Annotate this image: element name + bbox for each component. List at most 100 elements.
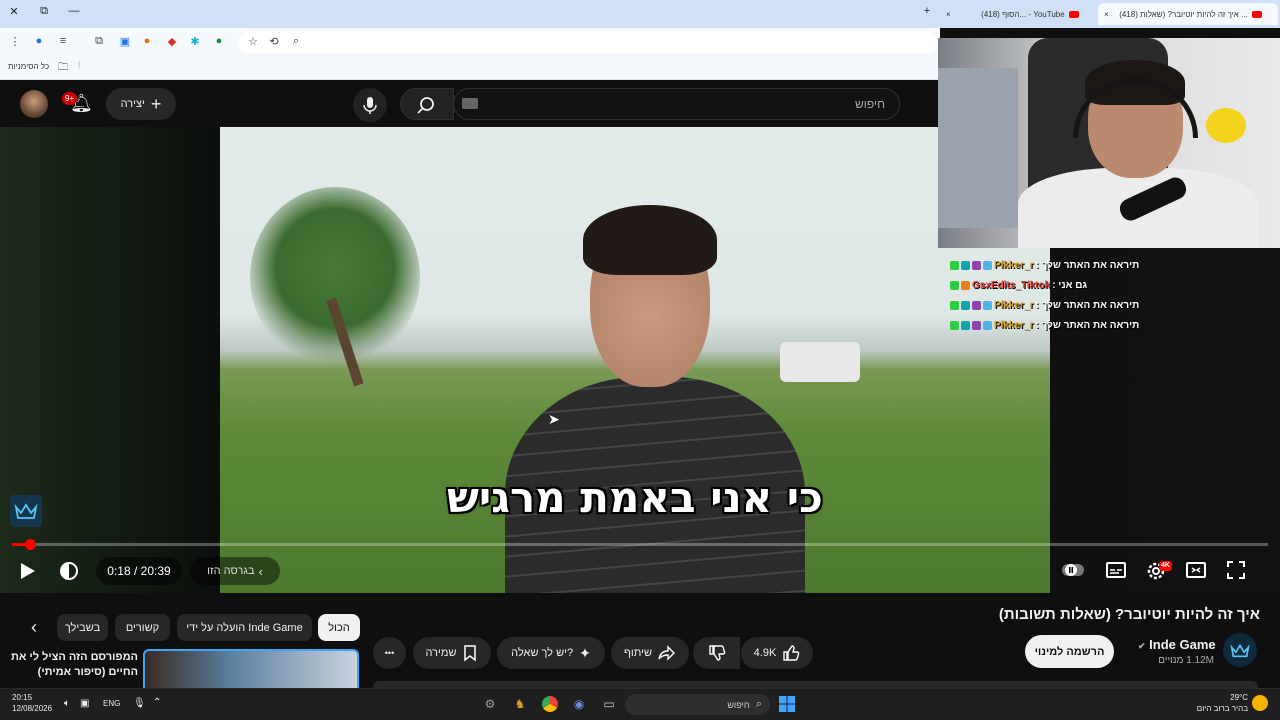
window-close-icon[interactable]: ✕ [4,5,24,18]
recommended-video-thumbnail[interactable] [143,649,359,688]
chat-badge-icon [961,300,970,310]
chat-badge-icon [972,300,981,310]
volume-button[interactable] [58,560,80,585]
thumbs-up-icon [783,645,800,661]
share-label: שיתוף [624,647,652,659]
address-bar[interactable] [238,31,938,53]
app-icon[interactable]: ♞ [512,696,528,712]
close-tab-icon[interactable]: × [1104,10,1109,19]
browser-tab-2[interactable]: × (418) הסוף... - YouTube [940,3,1095,25]
extension-icon[interactable]: ▣ [118,35,132,48]
channel-name[interactable]: ✔ Inde Game [1138,637,1216,652]
notifications-badge: 9+ [62,92,78,105]
youtube-favicon-icon [1251,10,1262,18]
taskbar-search[interactable]: חיפוש ⌕ [625,694,770,715]
settings-gear-icon[interactable]: ⚙ [482,696,498,712]
window-minimize-icon[interactable]: — [64,5,84,17]
quality-badge: 4K [1159,561,1172,571]
weather-text: בהיר ברוב היום [1196,704,1248,713]
save-button[interactable]: שמירה [413,637,491,669]
autoplay-toggle[interactable] [1061,560,1085,583]
subscribe-button[interactable]: הרשמה למינוי [1025,635,1114,668]
chip-uploaded-by[interactable]: הועלה על ידי Inde Game [177,614,312,641]
more-actions-button[interactable]: ••• [373,637,406,669]
chip-related[interactable]: קשורים [115,614,170,641]
weather-sun-icon[interactable] [1252,695,1268,711]
play-icon [21,563,35,579]
chevron-left-icon[interactable]: ‹ [24,614,44,641]
extension-icon[interactable]: ● [212,35,226,47]
progress-scrubber[interactable] [25,539,36,550]
captions-icon [1106,562,1126,578]
browser-tab-active[interactable]: × (418) איך זה להיות יוטיובר? (שאלות ... [1098,3,1278,25]
chevron-up-icon[interactable]: ⌃ [153,697,161,708]
chat-badge-icon [950,300,959,310]
mic-tray-icon[interactable]: 🎙︎ [133,698,146,709]
tab-title: (418) הסוף... - YouTube [981,9,1065,19]
chat-badge-icon [983,260,992,270]
keyboard-icon[interactable] [462,98,478,109]
voice-search-button[interactable] [353,88,387,122]
subscriber-count: 1.12M מנויים [1158,655,1214,666]
streamer-webcam [938,38,1280,248]
reading-list-icon[interactable]: ≡ [56,35,70,47]
sparkle-icon: ✦ [579,644,591,661]
subtitles-button[interactable] [1105,560,1127,583]
duration: 20:39 [140,564,171,578]
bookmark-star-icon[interactable]: ☆ [246,35,260,48]
theater-mode-button[interactable] [1185,560,1207,583]
extensions-icon[interactable]: ⧉ [92,35,106,48]
dislike-button[interactable] [693,637,740,669]
like-button[interactable]: 4.9K [741,637,813,669]
network-icon[interactable]: ▣ [80,698,89,709]
speaker-icon[interactable]: 🔈︎ [64,698,70,709]
menu-dots-icon[interactable]: ⋮ [8,35,22,48]
chat-badge-icon [961,280,970,290]
zoom-icon[interactable]: ⌕ [289,35,303,48]
channel-watermark[interactable] [10,495,42,527]
chat-text: : תיראה את האתר שלך [1035,259,1140,271]
extension-icon[interactable]: ◆ [165,35,179,48]
channel-avatar[interactable] [1223,633,1257,667]
profile-avatar-icon[interactable]: ● [32,35,46,47]
version-chapter-button[interactable]: בגרסה הזו ‹ [190,557,280,585]
mouse-cursor-icon: ➤ [548,411,560,427]
chat-badge-icon [983,320,992,330]
ask-question-button[interactable]: יש לך שאלה? ✦ [497,637,605,669]
extension-icon[interactable]: ● [140,35,154,47]
all-bookmarks-folder[interactable]: כל הסימניות [8,62,49,71]
chrome-icon[interactable] [542,696,558,712]
chat-badge-icon [950,280,959,290]
search-button[interactable] [400,88,454,120]
share-button[interactable]: שיתוף [611,637,689,669]
save-label: שמירה [425,647,457,659]
chip-all[interactable]: הכול [318,614,360,641]
ask-label: יש לך שאלה? [511,647,574,659]
close-tab-icon[interactable]: × [946,10,951,19]
fullscreen-button[interactable] [1226,560,1246,583]
chat-text: : גם אני [1052,279,1088,291]
task-view-icon[interactable]: ▭ [601,696,617,712]
chat-message: Pikker_r : תיראה את האתר שלך [950,317,1139,333]
discord-icon[interactable]: ◉ [571,696,587,712]
recommended-video-title[interactable]: המפורסם הזה הציל לי את החיים (סיפור אמית… [10,650,138,680]
video-frame[interactable]: כי אני באמת מרגיש [220,127,1050,593]
chevron-left-icon: ‹ [258,563,263,579]
translate-icon[interactable]: ⟲ [267,35,281,48]
window-restore-icon[interactable]: ⧉ [34,5,54,18]
keyboard-language[interactable]: ENG [103,699,120,708]
new-tab-button[interactable]: + [917,5,937,17]
create-button[interactable]: יצירה + [106,88,176,120]
user-avatar[interactable] [20,90,48,118]
tab-title: (418) איך זה להיות יוטיובר? (שאלות ... [1119,9,1248,19]
description-box[interactable] [373,681,1258,688]
search-input[interactable]: חיפוש [453,88,900,120]
bookmarks-bar: כל הסימניות 🗀 | [0,56,940,80]
progress-bar[interactable] [12,543,1268,546]
chip-for-you[interactable]: בשבילך [57,614,108,641]
clock-date: 12/08/2026 [12,704,53,713]
chat-badge-icon [950,260,959,270]
play-button[interactable] [16,560,38,585]
extension-icon[interactable]: ✱ [188,35,202,48]
windows-start-icon[interactable] [779,696,795,712]
